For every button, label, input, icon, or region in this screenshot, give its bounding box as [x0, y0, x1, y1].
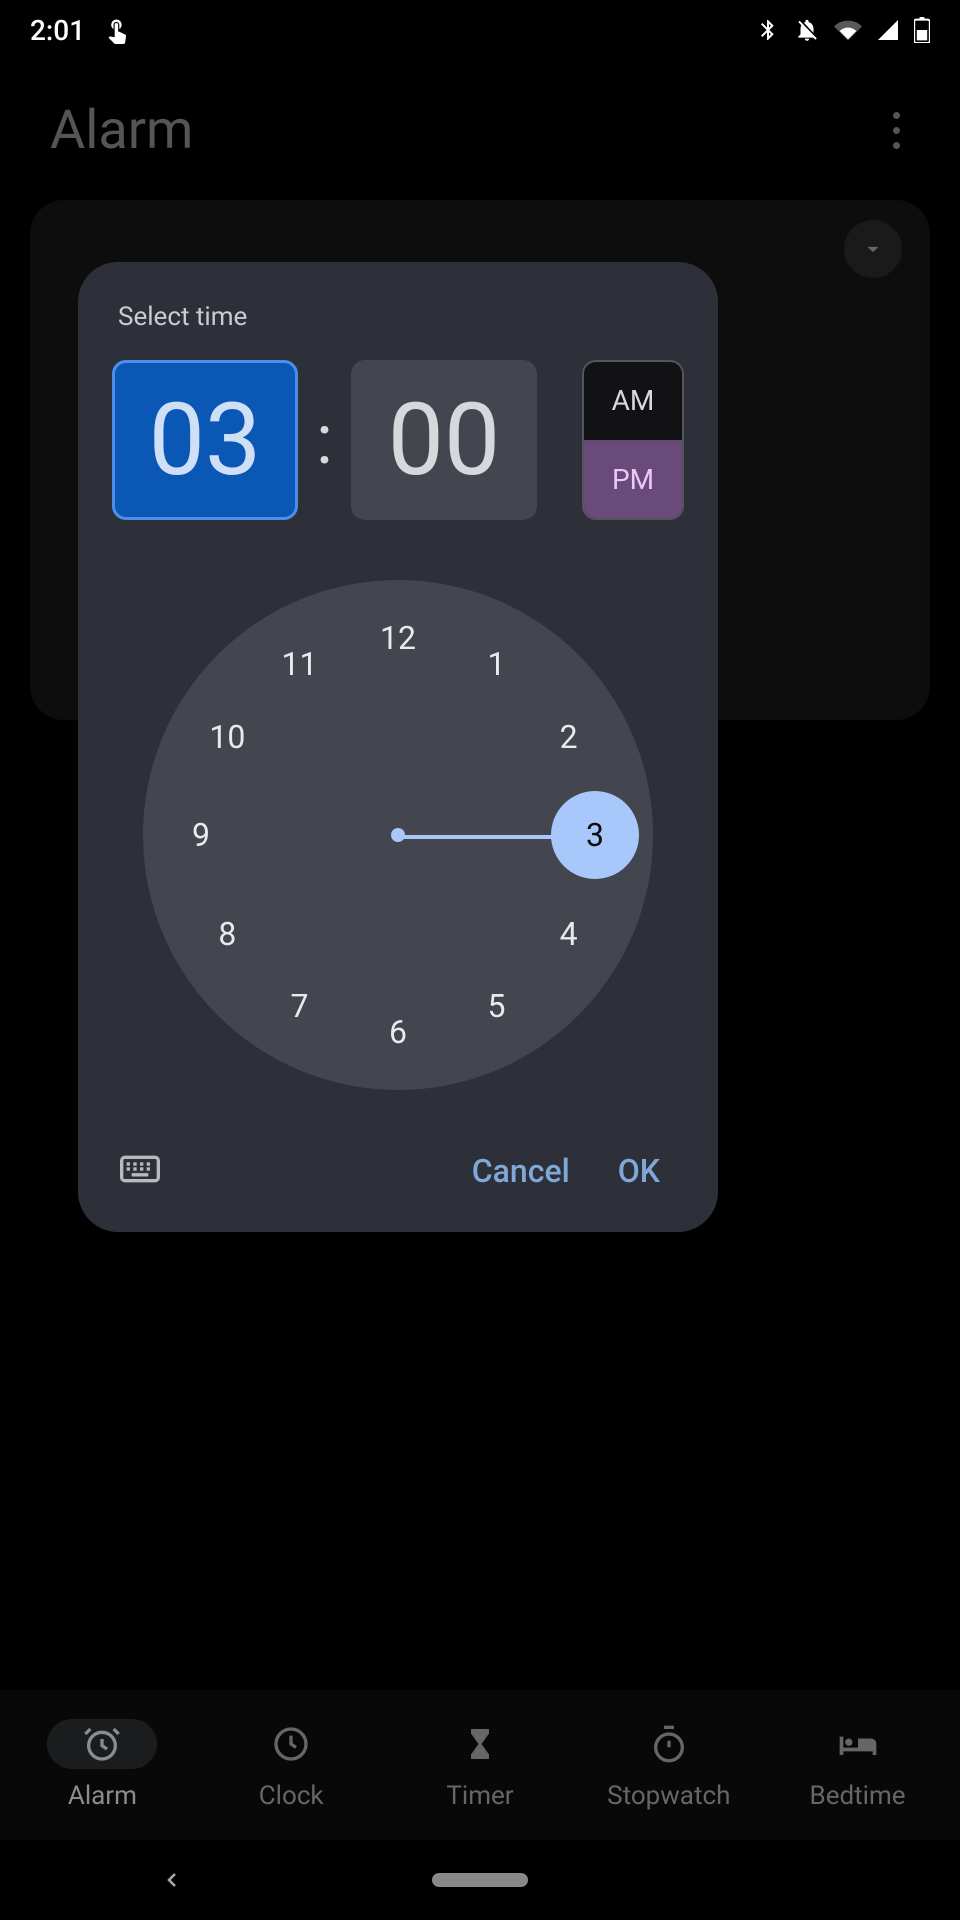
time-colon: :: [314, 399, 335, 481]
timer-icon: [462, 1726, 498, 1762]
nav-clock[interactable]: Clock: [206, 1719, 376, 1811]
clock-hour-3[interactable]: 3: [570, 816, 620, 854]
back-button[interactable]: [160, 1868, 184, 1892]
wifi-icon: [834, 16, 862, 44]
app-header: Alarm: [0, 80, 960, 180]
ampm-toggle: AM PM: [582, 360, 684, 520]
cancel-button[interactable]: Cancel: [448, 1140, 594, 1202]
nav-label: Alarm: [68, 1781, 137, 1811]
bluetooth-icon: [756, 18, 780, 42]
clock-hour-12[interactable]: 12: [373, 619, 423, 657]
bottom-nav: Alarm Clock Timer Stopwatch Bedtime: [0, 1690, 960, 1840]
more-options-button[interactable]: [883, 102, 910, 159]
clock-face[interactable]: 12 12 3 45 6 78 9 10 11: [143, 580, 653, 1090]
stopwatch-icon: [649, 1724, 689, 1764]
nav-stopwatch[interactable]: Stopwatch: [584, 1719, 754, 1811]
time-input-row: 03 : 00 AM PM: [112, 360, 684, 520]
clock-hour-4[interactable]: 4: [544, 915, 594, 953]
minute-input[interactable]: 00: [351, 360, 537, 520]
nav-label: Stopwatch: [607, 1781, 730, 1811]
alarm-icon: [82, 1724, 122, 1764]
battery-icon: [914, 17, 930, 43]
nav-label: Clock: [259, 1781, 324, 1811]
status-bar: 2:01: [0, 0, 960, 60]
ok-button[interactable]: OK: [594, 1140, 684, 1202]
clock-hour-6[interactable]: 6: [373, 1013, 423, 1051]
clock-hour-11[interactable]: 11: [275, 645, 325, 683]
page-title: Alarm: [50, 99, 193, 162]
nav-label: Timer: [446, 1781, 513, 1811]
dialog-actions: Cancel OK: [112, 1140, 684, 1202]
nav-alarm[interactable]: Alarm: [17, 1719, 187, 1811]
signal-icon: [876, 18, 900, 42]
am-button[interactable]: AM: [584, 362, 682, 441]
nav-label: Bedtime: [810, 1781, 906, 1811]
hour-input[interactable]: 03: [112, 360, 298, 520]
clock-hour-10[interactable]: 10: [202, 718, 252, 756]
clock-hour-7[interactable]: 7: [275, 987, 325, 1025]
touch-icon: [103, 16, 131, 44]
clock-hour-9[interactable]: 9: [176, 816, 226, 854]
clock-center: [391, 828, 405, 842]
collapse-icon[interactable]: [844, 220, 902, 278]
clock-icon: [271, 1724, 311, 1764]
clock-hour-2[interactable]: 2: [544, 718, 594, 756]
bedtime-icon: [836, 1728, 880, 1760]
time-picker-dialog: Select time 03 : 00 AM PM 12123456789101…: [78, 262, 718, 1232]
dnd-icon: [794, 17, 820, 43]
home-pill[interactable]: [432, 1873, 528, 1887]
nav-bedtime[interactable]: Bedtime: [773, 1719, 943, 1811]
android-nav-bar: [0, 1840, 960, 1920]
status-time: 2:01: [30, 14, 85, 47]
clock-hour-8[interactable]: 8: [202, 915, 252, 953]
keyboard-input-button[interactable]: [112, 1146, 168, 1196]
pm-button[interactable]: PM: [584, 441, 682, 519]
clock-hour-5[interactable]: 5: [472, 987, 522, 1025]
clock-hour-1[interactable]: 1: [472, 645, 522, 683]
dialog-title: Select time: [118, 302, 684, 332]
nav-timer[interactable]: Timer: [395, 1719, 565, 1811]
